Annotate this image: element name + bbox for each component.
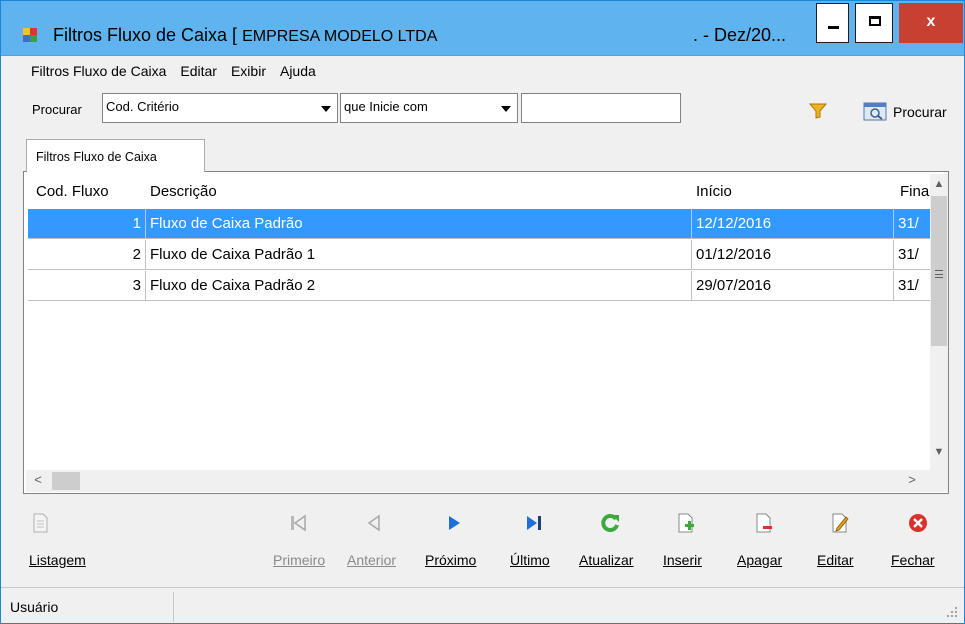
cell-cod: 3	[28, 271, 146, 301]
search-condition-select[interactable]: que Inicie com	[340, 93, 518, 123]
grid-header: Cod. Fluxo Descrição Início Fina	[28, 177, 932, 207]
anterior-button[interactable]: Anterior	[343, 506, 409, 576]
horizontal-scrollbar[interactable]: < >	[26, 470, 930, 492]
search-label: Procurar	[32, 102, 82, 117]
search-button[interactable]: Procurar	[863, 101, 947, 123]
search-field-value: Cod. Critério	[106, 99, 179, 114]
navigation-toolbar: Listagem Primeiro Anterior Próximo Últim…	[1, 506, 964, 581]
previous-record-icon	[367, 514, 380, 532]
close-icon: x	[926, 13, 936, 30]
report-document-icon	[33, 513, 48, 533]
table-row[interactable]: 1 Fluxo de Caixa Padrão 12/12/2016 31/	[28, 209, 932, 239]
menu-filtros[interactable]: Filtros Fluxo de Caixa	[31, 63, 166, 83]
cell-inicio: 29/07/2016	[692, 271, 894, 301]
scroll-right-icon[interactable]: >	[904, 472, 920, 490]
cell-inicio: 12/12/2016	[692, 209, 894, 239]
close-circle-icon	[909, 514, 927, 532]
fechar-label: Fechar	[891, 552, 935, 568]
ultimo-button[interactable]: Último	[501, 506, 563, 576]
cell-cod: 1	[28, 209, 146, 239]
listagem-button[interactable]: Listagem	[19, 506, 99, 576]
edit-pencil-icon	[832, 513, 849, 533]
next-record-icon	[449, 516, 460, 530]
cell-fim: 31/	[898, 215, 919, 232]
proximo-label: Próximo	[425, 552, 477, 568]
proximo-button[interactable]: Próximo	[421, 506, 487, 576]
window-title-period: . - Dez/20...	[693, 25, 787, 45]
atualizar-button[interactable]: Atualizar	[575, 506, 647, 576]
scroll-down-icon[interactable]: ▼	[930, 446, 948, 464]
menu-ajuda[interactable]: Ajuda	[280, 63, 316, 83]
fechar-button[interactable]: Fechar	[885, 506, 949, 576]
maximize-button[interactable]	[855, 3, 893, 43]
column-header-cod[interactable]: Cod. Fluxo	[36, 183, 109, 200]
cell-descricao: Fluxo de Caixa Padrão 1	[146, 240, 692, 270]
window-title-company: EMPRESA MODELO LTDA	[242, 28, 438, 45]
dropdown-arrow-icon	[321, 106, 331, 112]
cell-descricao: Fluxo de Caixa Padrão	[146, 209, 692, 239]
apagar-label: Apagar	[737, 552, 783, 568]
cell-descricao: Fluxo de Caixa Padrão 2	[146, 271, 692, 301]
maximize-icon	[869, 16, 881, 26]
table-row[interactable]: 3 Fluxo de Caixa Padrão 2 29/07/2016 31/	[28, 271, 932, 301]
search-field-select[interactable]: Cod. Critério	[102, 93, 338, 123]
menu-editar[interactable]: Editar	[180, 63, 217, 83]
data-grid: Cod. Fluxo Descrição Início Fina 1 Fluxo…	[23, 171, 949, 494]
resize-grip-icon[interactable]	[946, 606, 958, 618]
vertical-scroll-thumb[interactable]	[931, 196, 947, 346]
menu-exibir[interactable]: Exibir	[231, 63, 266, 83]
ultimo-label: Último	[510, 552, 550, 568]
inserir-button[interactable]: Inserir	[657, 506, 717, 576]
table-row[interactable]: 2 Fluxo de Caixa Padrão 1 01/12/2016 31/	[28, 240, 932, 270]
scroll-corner	[930, 472, 948, 492]
column-header-fim[interactable]: Fina	[900, 183, 929, 200]
scroll-left-icon[interactable]: <	[30, 472, 46, 490]
window-title: Filtros Fluxo de Caixa [ EMPRESA MODELO …	[53, 25, 438, 45]
title-bar[interactable]: Filtros Fluxo de Caixa [ EMPRESA MODELO …	[1, 1, 964, 56]
search-window-icon	[863, 102, 887, 121]
search-condition-value: que Inicie com	[344, 99, 428, 114]
status-divider	[173, 592, 174, 622]
column-header-inicio[interactable]: Início	[696, 183, 732, 200]
menu-bar: Filtros Fluxo de Caixa Editar Exibir Aju…	[31, 63, 330, 83]
apagar-button[interactable]: Apagar	[731, 506, 795, 576]
status-bar: Usuário	[1, 587, 964, 623]
cell-fim: 31/	[898, 246, 919, 263]
anterior-label: Anterior	[347, 552, 397, 568]
cell-inicio: 01/12/2016	[692, 240, 894, 270]
cell-cod: 2	[28, 240, 146, 270]
close-window-button[interactable]: x	[899, 3, 963, 43]
listagem-label: Listagem	[29, 552, 86, 568]
tab-filtros-fluxo-caixa[interactable]: Filtros Fluxo de Caixa	[26, 139, 205, 172]
last-record-icon	[527, 516, 541, 530]
filter-icon[interactable]	[809, 103, 827, 119]
tab-label: Filtros Fluxo de Caixa	[36, 150, 157, 164]
minimize-button[interactable]	[816, 3, 849, 43]
delete-document-icon	[756, 513, 772, 533]
scroll-up-icon[interactable]: ▲	[930, 178, 948, 196]
dropdown-arrow-icon	[501, 106, 511, 112]
search-input[interactable]	[521, 93, 681, 123]
editar-button[interactable]: Editar	[811, 506, 867, 576]
inserir-label: Inserir	[663, 552, 702, 568]
editar-label: Editar	[817, 552, 854, 568]
search-button-label: Procurar	[893, 104, 947, 120]
vertical-scrollbar[interactable]: ▲ ▼	[930, 174, 948, 472]
status-user: Usuário	[10, 599, 59, 615]
primeiro-button[interactable]: Primeiro	[269, 506, 331, 576]
cell-fim: 31/	[898, 277, 919, 294]
grid-body: Cod. Fluxo Descrição Início Fina 1 Fluxo…	[28, 172, 932, 492]
first-record-icon	[291, 514, 306, 532]
refresh-icon	[601, 514, 619, 533]
minimize-icon	[828, 26, 839, 29]
primeiro-label: Primeiro	[273, 552, 326, 568]
insert-document-icon	[678, 513, 694, 533]
horizontal-scroll-thumb[interactable]	[52, 472, 80, 490]
atualizar-label: Atualizar	[579, 552, 634, 568]
column-header-descricao[interactable]: Descrição	[150, 183, 217, 200]
main-window: Filtros Fluxo de Caixa [ EMPRESA MODELO …	[0, 0, 965, 624]
app-logo-icon	[23, 28, 37, 42]
